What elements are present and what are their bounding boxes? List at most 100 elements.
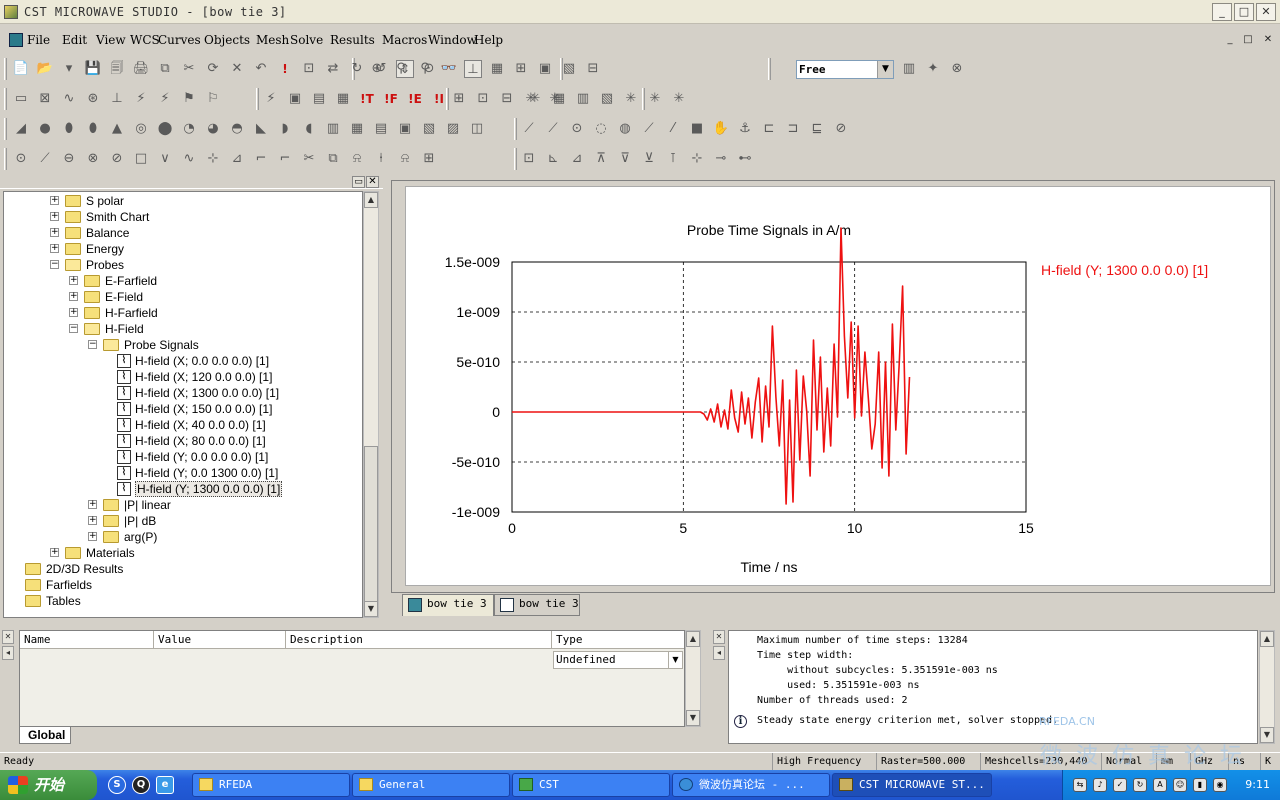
toolbar-grip[interactable]: [768, 58, 771, 80]
collapse-icon[interactable]: −: [88, 340, 97, 349]
toolbar-icon-2-14-icon[interactable]: !F: [382, 90, 400, 108]
expand-icon[interactable]: +: [50, 244, 59, 253]
expand-icon[interactable]: +: [88, 516, 97, 525]
scroll-up-icon[interactable]: ▲: [1260, 631, 1274, 647]
document-icon[interactable]: [9, 33, 23, 47]
expand-icon[interactable]: +: [69, 292, 78, 301]
toolbar-icon-4-16-icon[interactable]: ⍾: [396, 150, 414, 168]
tree-node[interactable]: ⌇ H-field (Y; 1300 0.0 0.0) [1]: [4, 481, 362, 497]
menu-results[interactable]: Results: [330, 33, 375, 47]
tab-bow-tie-3-b[interactable]: bow tie 3: [494, 594, 580, 616]
toolbar-icon-4-1-icon[interactable]: ⟋: [36, 150, 54, 168]
clock[interactable]: 9:11: [1245, 770, 1270, 800]
toolbar-grip[interactable]: [514, 148, 517, 170]
app-icon[interactable]: [4, 5, 18, 19]
toolbar-icon-2-12-icon[interactable]: ▦: [334, 90, 352, 108]
tree-node[interactable]: Farfields: [4, 577, 362, 593]
toolbar-icon-3-25-icon[interactable]: ⟋: [640, 120, 658, 138]
menu-solve[interactable]: Solve: [290, 33, 323, 47]
toolbar-icon-1-10-icon[interactable]: ↶: [252, 60, 270, 78]
menu-help[interactable]: Help: [474, 33, 503, 47]
message-scrollbar[interactable]: ▲ ▼: [1259, 630, 1275, 744]
toolbar-icon-1-13-icon[interactable]: ⇄: [324, 60, 342, 78]
tree-node[interactable]: − Probe Signals: [4, 337, 362, 353]
menu-macros[interactable]: Macros: [382, 33, 427, 47]
toolbar-icon-3-2-icon[interactable]: ⬮: [60, 120, 78, 138]
toolbar-icon-3-9-icon[interactable]: ◓: [228, 120, 246, 138]
toolbar-icon-4-7-icon[interactable]: ∿: [180, 150, 198, 168]
toolbar-icon-4-11-icon[interactable]: ⌐: [276, 150, 294, 168]
toolbar-icon-4-4-icon[interactable]: ⊘: [108, 150, 126, 168]
tree-node[interactable]: Tables: [4, 593, 362, 609]
toolbar-icon-3-10-icon[interactable]: ◣: [252, 120, 270, 138]
toolbar-icon-1-8-icon[interactable]: ⟳: [204, 60, 222, 78]
toolbar-icon-1-29-icon[interactable]: ✦: [924, 60, 942, 78]
toolbar-grip[interactable]: [4, 118, 7, 140]
tree-node[interactable]: ⌇ H-field (Y; 0.0 1300 0.0) [1]: [4, 465, 362, 481]
pin-icon[interactable]: ◂: [713, 646, 725, 660]
expand-icon[interactable]: +: [88, 532, 97, 541]
close-button[interactable]: ✕: [1256, 3, 1276, 21]
scroll-down-icon[interactable]: ▼: [1260, 727, 1274, 743]
expand-icon[interactable]: +: [50, 228, 59, 237]
toolbar-icon-3-33-icon[interactable]: ⊘: [832, 120, 850, 138]
scroll-down-icon[interactable]: ▼: [364, 601, 378, 617]
toolbar-icon-3-26-icon[interactable]: ⁄: [664, 120, 682, 138]
toolbar-icon-4-27-icon[interactable]: ⊷: [736, 150, 754, 168]
toolbar-icon-1-22-icon[interactable]: ⊥: [464, 60, 482, 78]
close-icon[interactable]: ✕: [713, 630, 725, 644]
close-icon[interactable]: ✕: [2, 630, 14, 644]
toolbar-icon-1-3-icon[interactable]: 💾: [84, 60, 102, 78]
chevron-down-icon[interactable]: ▼: [877, 61, 893, 78]
toolbar-icon-3-17-icon[interactable]: ▧: [420, 120, 438, 138]
column-header-description[interactable]: Description: [286, 631, 552, 649]
toolbar-grip[interactable]: [4, 88, 7, 110]
tree-node[interactable]: ⌇ H-field (X; 0.0 0.0 0.0) [1]: [4, 353, 362, 369]
taskbar-button[interactable]: CST: [512, 773, 670, 797]
toolbar-icon-3-6-icon[interactable]: ⬤: [156, 120, 174, 138]
tree-node[interactable]: ⌇ H-field (X; 1300 0.0 0.0) [1]: [4, 385, 362, 401]
toolbar-icon-1-19-icon[interactable]: ⚲: [392, 60, 410, 78]
toolbar-grip[interactable]: [514, 118, 517, 140]
tree-scrollbar[interactable]: ▲ ▼: [363, 191, 379, 618]
toolbar-icon-2-4-icon[interactable]: ⊥: [108, 90, 126, 108]
tab-global[interactable]: Global: [19, 727, 71, 744]
toolbar-icon-2-11-icon[interactable]: ▤: [310, 90, 328, 108]
tree-node[interactable]: − H-Field: [4, 321, 362, 337]
toolbar-icon-2-10-icon[interactable]: ▣: [286, 90, 304, 108]
toolbar-icon-3-11-icon[interactable]: ◗: [276, 120, 294, 138]
expand-icon[interactable]: +: [69, 308, 78, 317]
toolbar-icon-3-32-icon[interactable]: ⊑: [808, 120, 826, 138]
toolbar-icon-4-12-icon[interactable]: ✂: [300, 150, 318, 168]
tree-node[interactable]: ⌇ H-field (Y; 0.0 0.0 0.0) [1]: [4, 449, 362, 465]
toolbar-icon-2-5-icon[interactable]: ⚡: [132, 90, 150, 108]
pin-icon[interactable]: ▭: [352, 176, 365, 188]
toolbar-icon-3-12-icon[interactable]: ◖: [300, 120, 318, 138]
toolbar-grip[interactable]: [642, 88, 645, 110]
toolbar-icon-3-31-icon[interactable]: ⊐: [784, 120, 802, 138]
toolbar-icon-1-24-icon[interactable]: ⊞: [512, 60, 530, 78]
toolbar-icon-1-27-icon[interactable]: ⊟: [584, 60, 602, 78]
taskbar-button[interactable]: 微波仿真论坛 - ...: [672, 773, 830, 797]
mdi-restore-button[interactable]: □: [1240, 33, 1256, 47]
menu-window[interactable]: Window: [428, 33, 477, 47]
toolbar-icon-1-26-icon[interactable]: ▧: [560, 60, 578, 78]
tree-node[interactable]: + Energy: [4, 241, 362, 257]
toolbar-icon-1-0-icon[interactable]: 📄: [12, 60, 30, 78]
toolbar-icon-2-28-icon[interactable]: ✳: [670, 90, 688, 108]
toolbar-icon-3-8-icon[interactable]: ◕: [204, 120, 222, 138]
toolbar-icon-2-13-icon[interactable]: !T: [358, 90, 376, 108]
toolbar-icon-4-26-icon[interactable]: ⊸: [712, 150, 730, 168]
column-header-value[interactable]: Value: [154, 631, 286, 649]
minimize-button[interactable]: _: [1212, 3, 1232, 21]
toolbar-icon-2-1-icon[interactable]: ⊠: [36, 90, 54, 108]
toolbar-icon-1-30-icon[interactable]: ⊗: [948, 60, 966, 78]
toolbar-icon-4-8-icon[interactable]: ⊹: [204, 150, 222, 168]
pin-icon[interactable]: ◂: [2, 646, 14, 660]
toolbar-icon-2-23-icon[interactable]: ▦: [550, 90, 568, 108]
toolbar-icon-4-25-icon[interactable]: ⊹: [688, 150, 706, 168]
toolbar-icon-2-2-icon[interactable]: ∿: [60, 90, 78, 108]
expand-icon[interactable]: +: [88, 500, 97, 509]
toolbar-icon-3-16-icon[interactable]: ▣: [396, 120, 414, 138]
toolbar-icon-2-8-icon[interactable]: ⚐: [204, 90, 222, 108]
